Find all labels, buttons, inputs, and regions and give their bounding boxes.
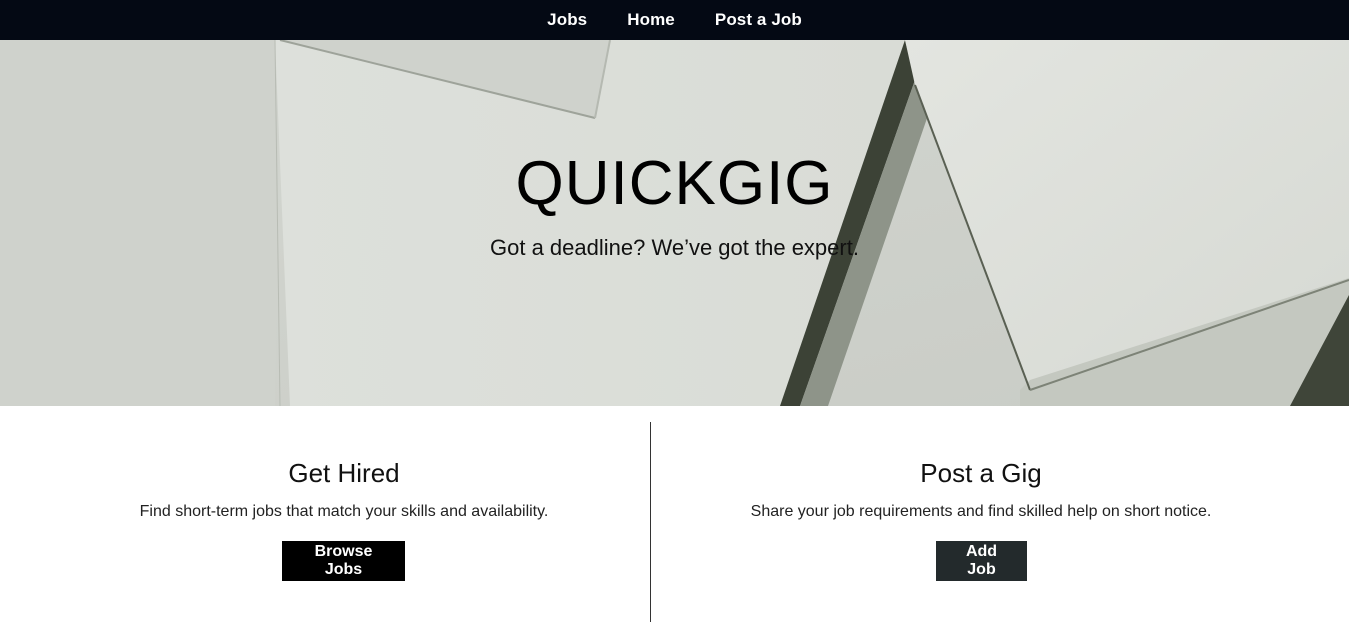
site-title: QUICKGIG (515, 149, 834, 218)
paper-background-image (0, 40, 1349, 406)
post-gig-description: Share your job requirements and find ski… (750, 503, 1212, 520)
hero-banner: QUICKGIG Got a deadline? We’ve got the e… (0, 40, 1349, 406)
post-gig-panel: Post a Gig Share your job requirements a… (656, 406, 1306, 625)
nav-link-jobs[interactable]: Jobs (547, 10, 587, 30)
action-panels: Get Hired Find short-term jobs that matc… (0, 406, 1349, 625)
post-gig-title: Post a Gig (920, 458, 1042, 488)
hero-tagline: Got a deadline? We’ve got the expert. (490, 235, 859, 260)
browse-jobs-button[interactable]: Browse Jobs (282, 541, 405, 581)
nav-link-home[interactable]: Home (627, 10, 675, 30)
panel-divider (650, 422, 651, 622)
nav-link-post-a-job[interactable]: Post a Job (715, 10, 802, 30)
get-hired-panel: Get Hired Find short-term jobs that matc… (19, 406, 669, 625)
get-hired-description: Find short-term jobs that match your ski… (139, 503, 549, 520)
get-hired-title: Get Hired (288, 458, 400, 488)
top-navbar: Jobs Home Post a Job (0, 0, 1349, 40)
add-job-button[interactable]: Add Job (936, 541, 1027, 581)
